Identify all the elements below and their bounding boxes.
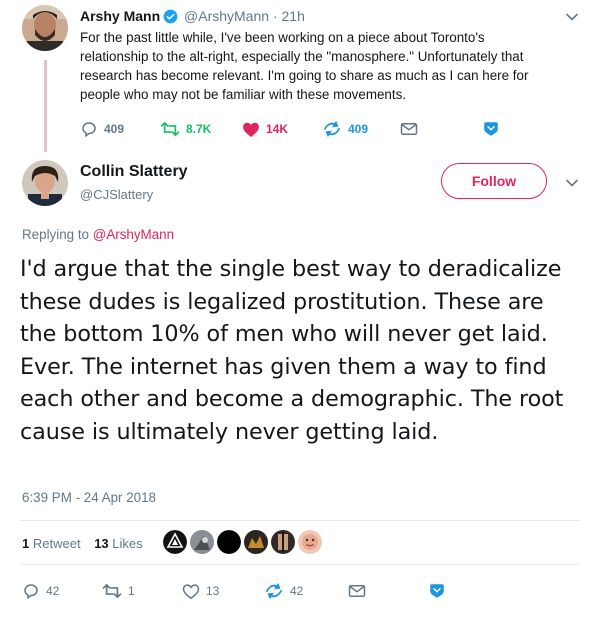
liker-avatar[interactable] bbox=[244, 530, 268, 554]
parent-tweet-actions: 409 8.7K 14K 409 bbox=[80, 120, 500, 138]
dm-button[interactable]: 42 bbox=[264, 582, 348, 600]
reply-button[interactable]: 42 bbox=[22, 582, 102, 600]
like-count: 13 bbox=[206, 584, 220, 598]
retweet-count: 8.7K bbox=[186, 122, 212, 136]
divider bbox=[20, 520, 580, 521]
liker-avatar[interactable] bbox=[217, 530, 241, 554]
parent-author-handle[interactable]: @ArshyMann bbox=[184, 8, 269, 24]
mail-button[interactable] bbox=[348, 583, 428, 599]
like-stat[interactable]: 13 Likes bbox=[94, 536, 142, 551]
divider bbox=[20, 564, 580, 565]
header-separator: · bbox=[272, 8, 278, 24]
chevron-down-icon[interactable] bbox=[565, 10, 579, 24]
reply-count: 409 bbox=[104, 122, 125, 136]
dm-count: 409 bbox=[348, 122, 369, 136]
retweet-stat-count: 1 bbox=[22, 536, 30, 551]
reply-tweet-text: I'd argue that the single best way to de… bbox=[20, 256, 564, 445]
replying-to-label: Replying to bbox=[22, 227, 89, 242]
retweet-icon bbox=[160, 120, 180, 138]
retweet-button[interactable]: 1 bbox=[102, 582, 182, 600]
liker-avatars bbox=[163, 530, 325, 554]
bookmark-button[interactable] bbox=[428, 582, 446, 600]
heart-icon bbox=[182, 583, 200, 600]
thread-connector-line bbox=[44, 60, 47, 152]
dm-button[interactable]: 409 bbox=[322, 120, 400, 138]
liker-avatar[interactable] bbox=[163, 530, 187, 554]
verified-icon bbox=[163, 9, 178, 27]
mail-button[interactable] bbox=[400, 121, 482, 137]
bookmark-icon bbox=[482, 120, 500, 138]
parent-author-avatar[interactable] bbox=[22, 5, 68, 51]
like-stat-count: 13 bbox=[94, 536, 109, 551]
like-button[interactable]: 13 bbox=[182, 583, 264, 600]
reply-button[interactable]: 409 bbox=[80, 120, 160, 138]
liker-avatar[interactable] bbox=[190, 530, 214, 554]
chevron-down-icon[interactable] bbox=[565, 176, 579, 190]
parent-author-name[interactable]: Arshy Mann bbox=[80, 8, 160, 24]
liker-avatar[interactable] bbox=[298, 530, 322, 554]
engagement-stats: 1 Retweet 13 Likes bbox=[22, 536, 143, 551]
dm-icon bbox=[264, 582, 284, 600]
retweet-stat[interactable]: 1 Retweet bbox=[22, 536, 81, 551]
mail-icon bbox=[348, 583, 366, 599]
retweet-stat-label: Retweet bbox=[32, 536, 81, 551]
reply-timestamp[interactable]: 6:39 PM - 24 Apr 2018 bbox=[22, 490, 156, 505]
reply-icon bbox=[22, 582, 40, 600]
retweet-button[interactable]: 8.7K bbox=[160, 120, 242, 138]
reply-author-avatar[interactable] bbox=[22, 160, 68, 206]
reply-icon bbox=[80, 120, 98, 138]
parent-tweet-header: Arshy Mann @ArshyMann · 21h bbox=[80, 8, 305, 27]
like-button[interactable]: 14K bbox=[242, 121, 322, 138]
heart-icon bbox=[242, 121, 260, 138]
replying-to-line: Replying to @ArshyMann bbox=[22, 227, 174, 242]
like-count: 14K bbox=[266, 122, 289, 136]
reply-tweet-actions: 42 1 13 42 bbox=[22, 582, 446, 600]
replying-to-handle-link[interactable]: @ArshyMann bbox=[93, 227, 174, 242]
bookmark-button[interactable] bbox=[482, 120, 500, 138]
liker-avatar[interactable] bbox=[271, 530, 295, 554]
parent-tweet-time[interactable]: 21h bbox=[282, 8, 305, 24]
follow-button[interactable]: Follow bbox=[441, 163, 547, 199]
like-stat-label: Likes bbox=[112, 536, 143, 551]
reply-author-name[interactable]: Collin Slattery bbox=[80, 163, 188, 181]
reply-count: 42 bbox=[46, 584, 60, 598]
dm-icon bbox=[322, 120, 342, 138]
reply-author-handle[interactable]: @CJSlattery bbox=[80, 187, 153, 202]
mail-icon bbox=[400, 121, 418, 137]
dm-count: 42 bbox=[290, 584, 304, 598]
parent-tweet-text: For the past little while, I've been wor… bbox=[80, 30, 529, 102]
bookmark-icon bbox=[428, 582, 446, 600]
retweet-count: 1 bbox=[128, 584, 135, 598]
retweet-icon bbox=[102, 582, 122, 600]
